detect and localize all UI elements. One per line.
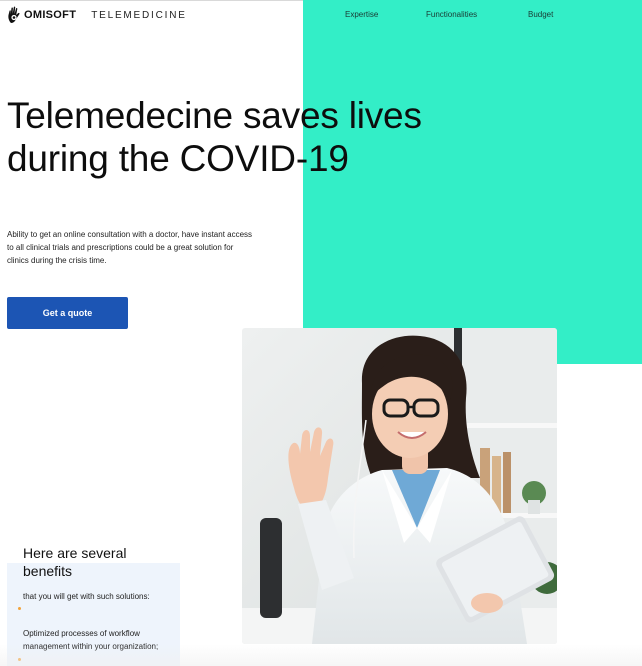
brand-subtitle: TELEMEDICINE (91, 9, 187, 21)
doctor-waving-tablet-photo (242, 328, 557, 644)
benefit-item: Optimized processes of workflow manageme… (23, 629, 159, 651)
brand[interactable]: OMISOFT TELEMEDICINE (7, 4, 187, 26)
nav-link-expertise[interactable]: Expertise (345, 10, 378, 19)
hand-logo-icon (8, 6, 20, 24)
hero-description: Ability to get an online consultation wi… (7, 230, 253, 265)
hero-title: Telemedecine saves lives during the COVI… (7, 95, 422, 179)
benefits-title: Here are several benefits (23, 545, 127, 579)
hero-accent-panel (303, 0, 642, 364)
get-quote-button[interactable]: Get a quote (7, 297, 128, 329)
header-divider (0, 0, 303, 1)
top-nav: Expertise Functionalities Budget (303, 10, 642, 24)
nav-link-budget[interactable]: Budget (528, 10, 553, 19)
nav-link-functionalities[interactable]: Functionalities (426, 10, 477, 19)
benefits-intro: that you will get with such solutions: (23, 592, 150, 601)
bullet-dot (18, 658, 21, 661)
brand-name: OMISOFT (24, 9, 77, 21)
bullet-dot (18, 607, 21, 610)
